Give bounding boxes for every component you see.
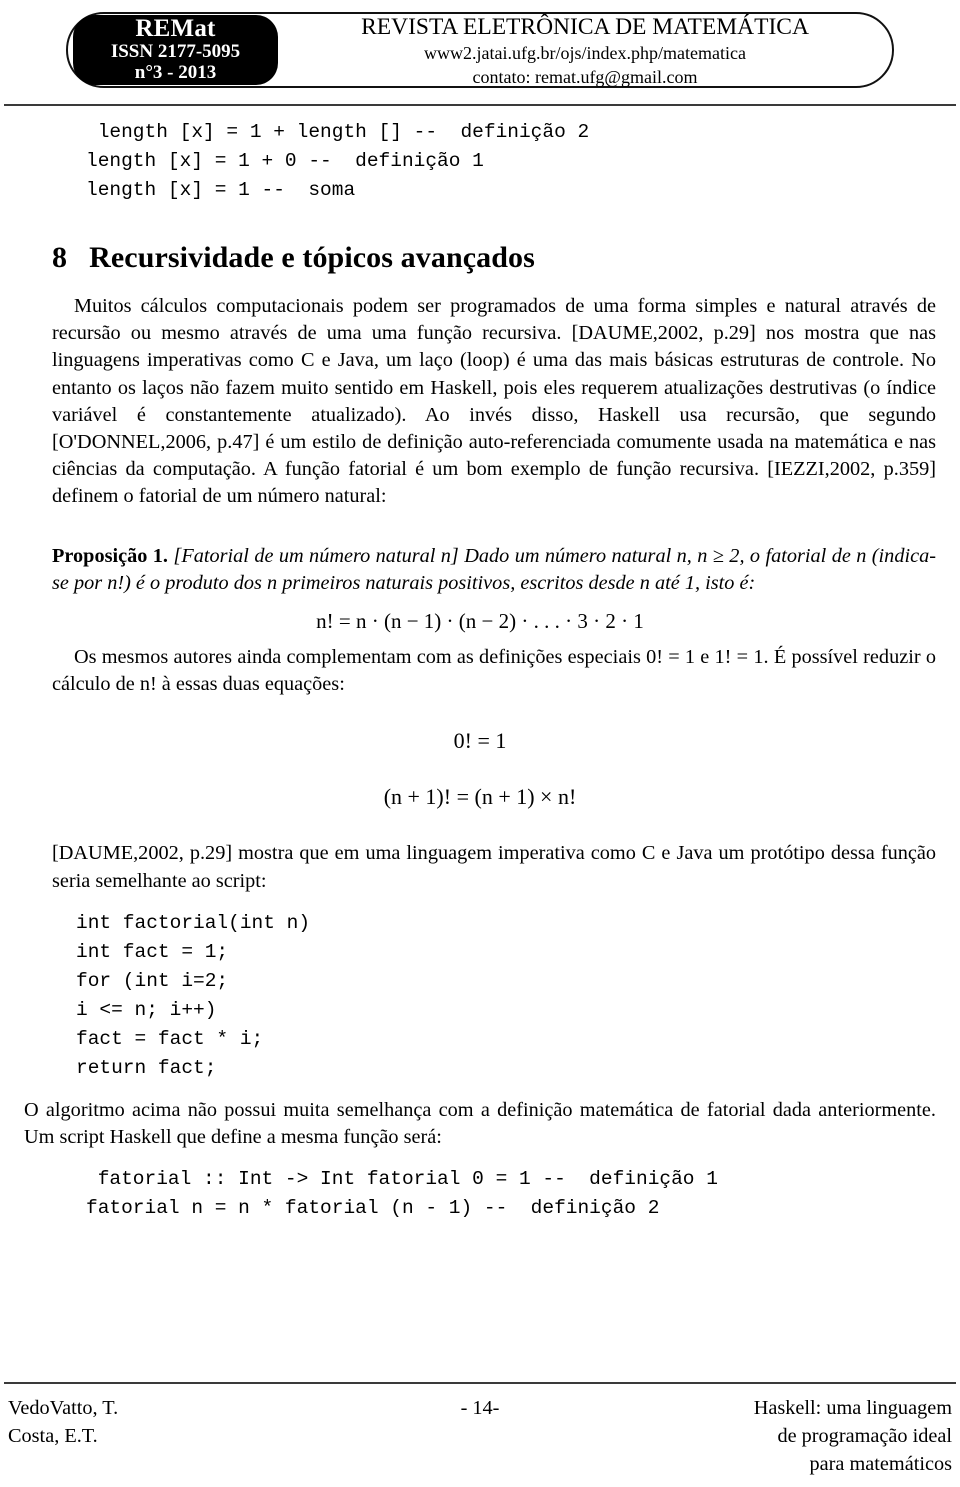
paragraph-c-prototype: [DAUME,2002, p.29] mostra que em uma lin… xyxy=(18,840,942,894)
journal-logo-title: REMat xyxy=(135,15,216,42)
code-line: length [x] = 1 -- soma xyxy=(86,179,356,201)
code-block-c-factorial: int factorial(int n) int fact = 1; for (… xyxy=(18,909,942,1083)
paragraph-special-definitions: Os mesmos autores ainda complementam com… xyxy=(18,644,942,698)
footer-columns: VedoVatto, T. Costa, E.T. - 14- Haskell:… xyxy=(0,1384,960,1478)
paragraph-text: O algoritmo acima não possui muita semel… xyxy=(24,1098,936,1149)
journal-contact: contato: remat.ufg@gmail.com xyxy=(472,67,698,87)
footer-author: VedoVatto, T. xyxy=(8,1397,119,1419)
paragraph-text: Os mesmos autores ainda complementam com… xyxy=(52,646,936,696)
code-line: i <= n; i++) xyxy=(76,998,217,1021)
journal-logo-badge: REMat ISSN 2177-5095 n°3 - 2013 xyxy=(73,15,278,85)
code-line: fatorial n = n * fatorial (n - 1) -- def… xyxy=(86,1197,660,1220)
section-title: Recursividade e tópicos avançados xyxy=(89,241,535,274)
section-heading: 8 Recursividade e tópicos avançados xyxy=(18,241,942,275)
footer-author: Costa, E.T. xyxy=(8,1425,98,1447)
paragraph-intro: Muitos cálculos computacionais podem ser… xyxy=(18,293,942,511)
code-line: fatorial :: Int -> Int fatorial 0 = 1 --… xyxy=(86,1168,718,1191)
footer-article-title: Haskell: uma linguagem de programação id… xyxy=(652,1394,952,1478)
document-content: length [x] = 1 + length [] -- definição … xyxy=(0,118,960,1223)
footer-article-title-line: Haskell: uma linguagem xyxy=(753,1397,952,1419)
footer-article-title-line: de programação ideal xyxy=(777,1425,952,1447)
page-footer: VedoVatto, T. Costa, E.T. - 14- Haskell:… xyxy=(0,1382,960,1478)
journal-issn: ISSN 2177-5095 xyxy=(110,41,241,62)
code-line: length [x] = 1 + length [] -- definição … xyxy=(86,121,590,143)
journal-url: www2.jatai.ufg.br/ojs/index.php/matemati… xyxy=(424,43,746,63)
code-block-haskell-factorial: fatorial :: Int -> Int fatorial 0 = 1 --… xyxy=(18,1165,942,1223)
equation-zero-factorial: 0! = 1 xyxy=(453,728,507,754)
header-text-block: REVISTA ELETRÔNICA DE MATEMÁTICA www2.ja… xyxy=(290,14,880,89)
code-line: return fact; xyxy=(76,1056,217,1079)
journal-issue: n°3 - 2013 xyxy=(134,62,217,83)
page-header: REMat ISSN 2177-5095 n°3 - 2013 REVISTA … xyxy=(0,0,960,106)
code-line: int factorial(int n) xyxy=(76,911,311,934)
section-number: 8 xyxy=(52,241,68,274)
proposition-text: [Fatorial de um número natural n] Dado u… xyxy=(52,544,936,594)
code-line: fact = fact * i; xyxy=(76,1027,264,1050)
proposition-block: Proposição 1. [Fatorial de um número nat… xyxy=(18,543,942,597)
code-line: int fact = 1; xyxy=(76,940,229,963)
paragraph-text: [DAUME,2002, p.29] mostra que em uma lin… xyxy=(52,842,936,892)
equation-recurrence: (n + 1)! = (n + 1) × n! xyxy=(383,784,577,810)
paragraph-text: Muitos cálculos computacionais podem ser… xyxy=(52,295,936,508)
equation-factorial-expansion: n! = n · (n − 1) · (n − 2) · . . . · 3 ·… xyxy=(316,609,644,634)
journal-title: REVISTA ELETRÔNICA DE MATEMÁTICA xyxy=(361,14,809,40)
code-line: for (int i=2; xyxy=(76,969,229,992)
footer-authors: VedoVatto, T. Costa, E.T. xyxy=(8,1394,308,1450)
paragraph-haskell-intro: O algoritmo acima não possui muita semel… xyxy=(18,1097,942,1151)
code-line: length [x] = 1 + 0 -- definição 1 xyxy=(86,150,484,172)
footer-page-number: - 14- xyxy=(460,1397,500,1419)
proposition-label: Proposição 1. xyxy=(52,544,169,567)
code-block-length-trace: length [x] = 1 + length [] -- definição … xyxy=(18,118,942,205)
footer-article-title-line: para matemáticos xyxy=(809,1453,952,1475)
header-divider xyxy=(4,104,956,106)
